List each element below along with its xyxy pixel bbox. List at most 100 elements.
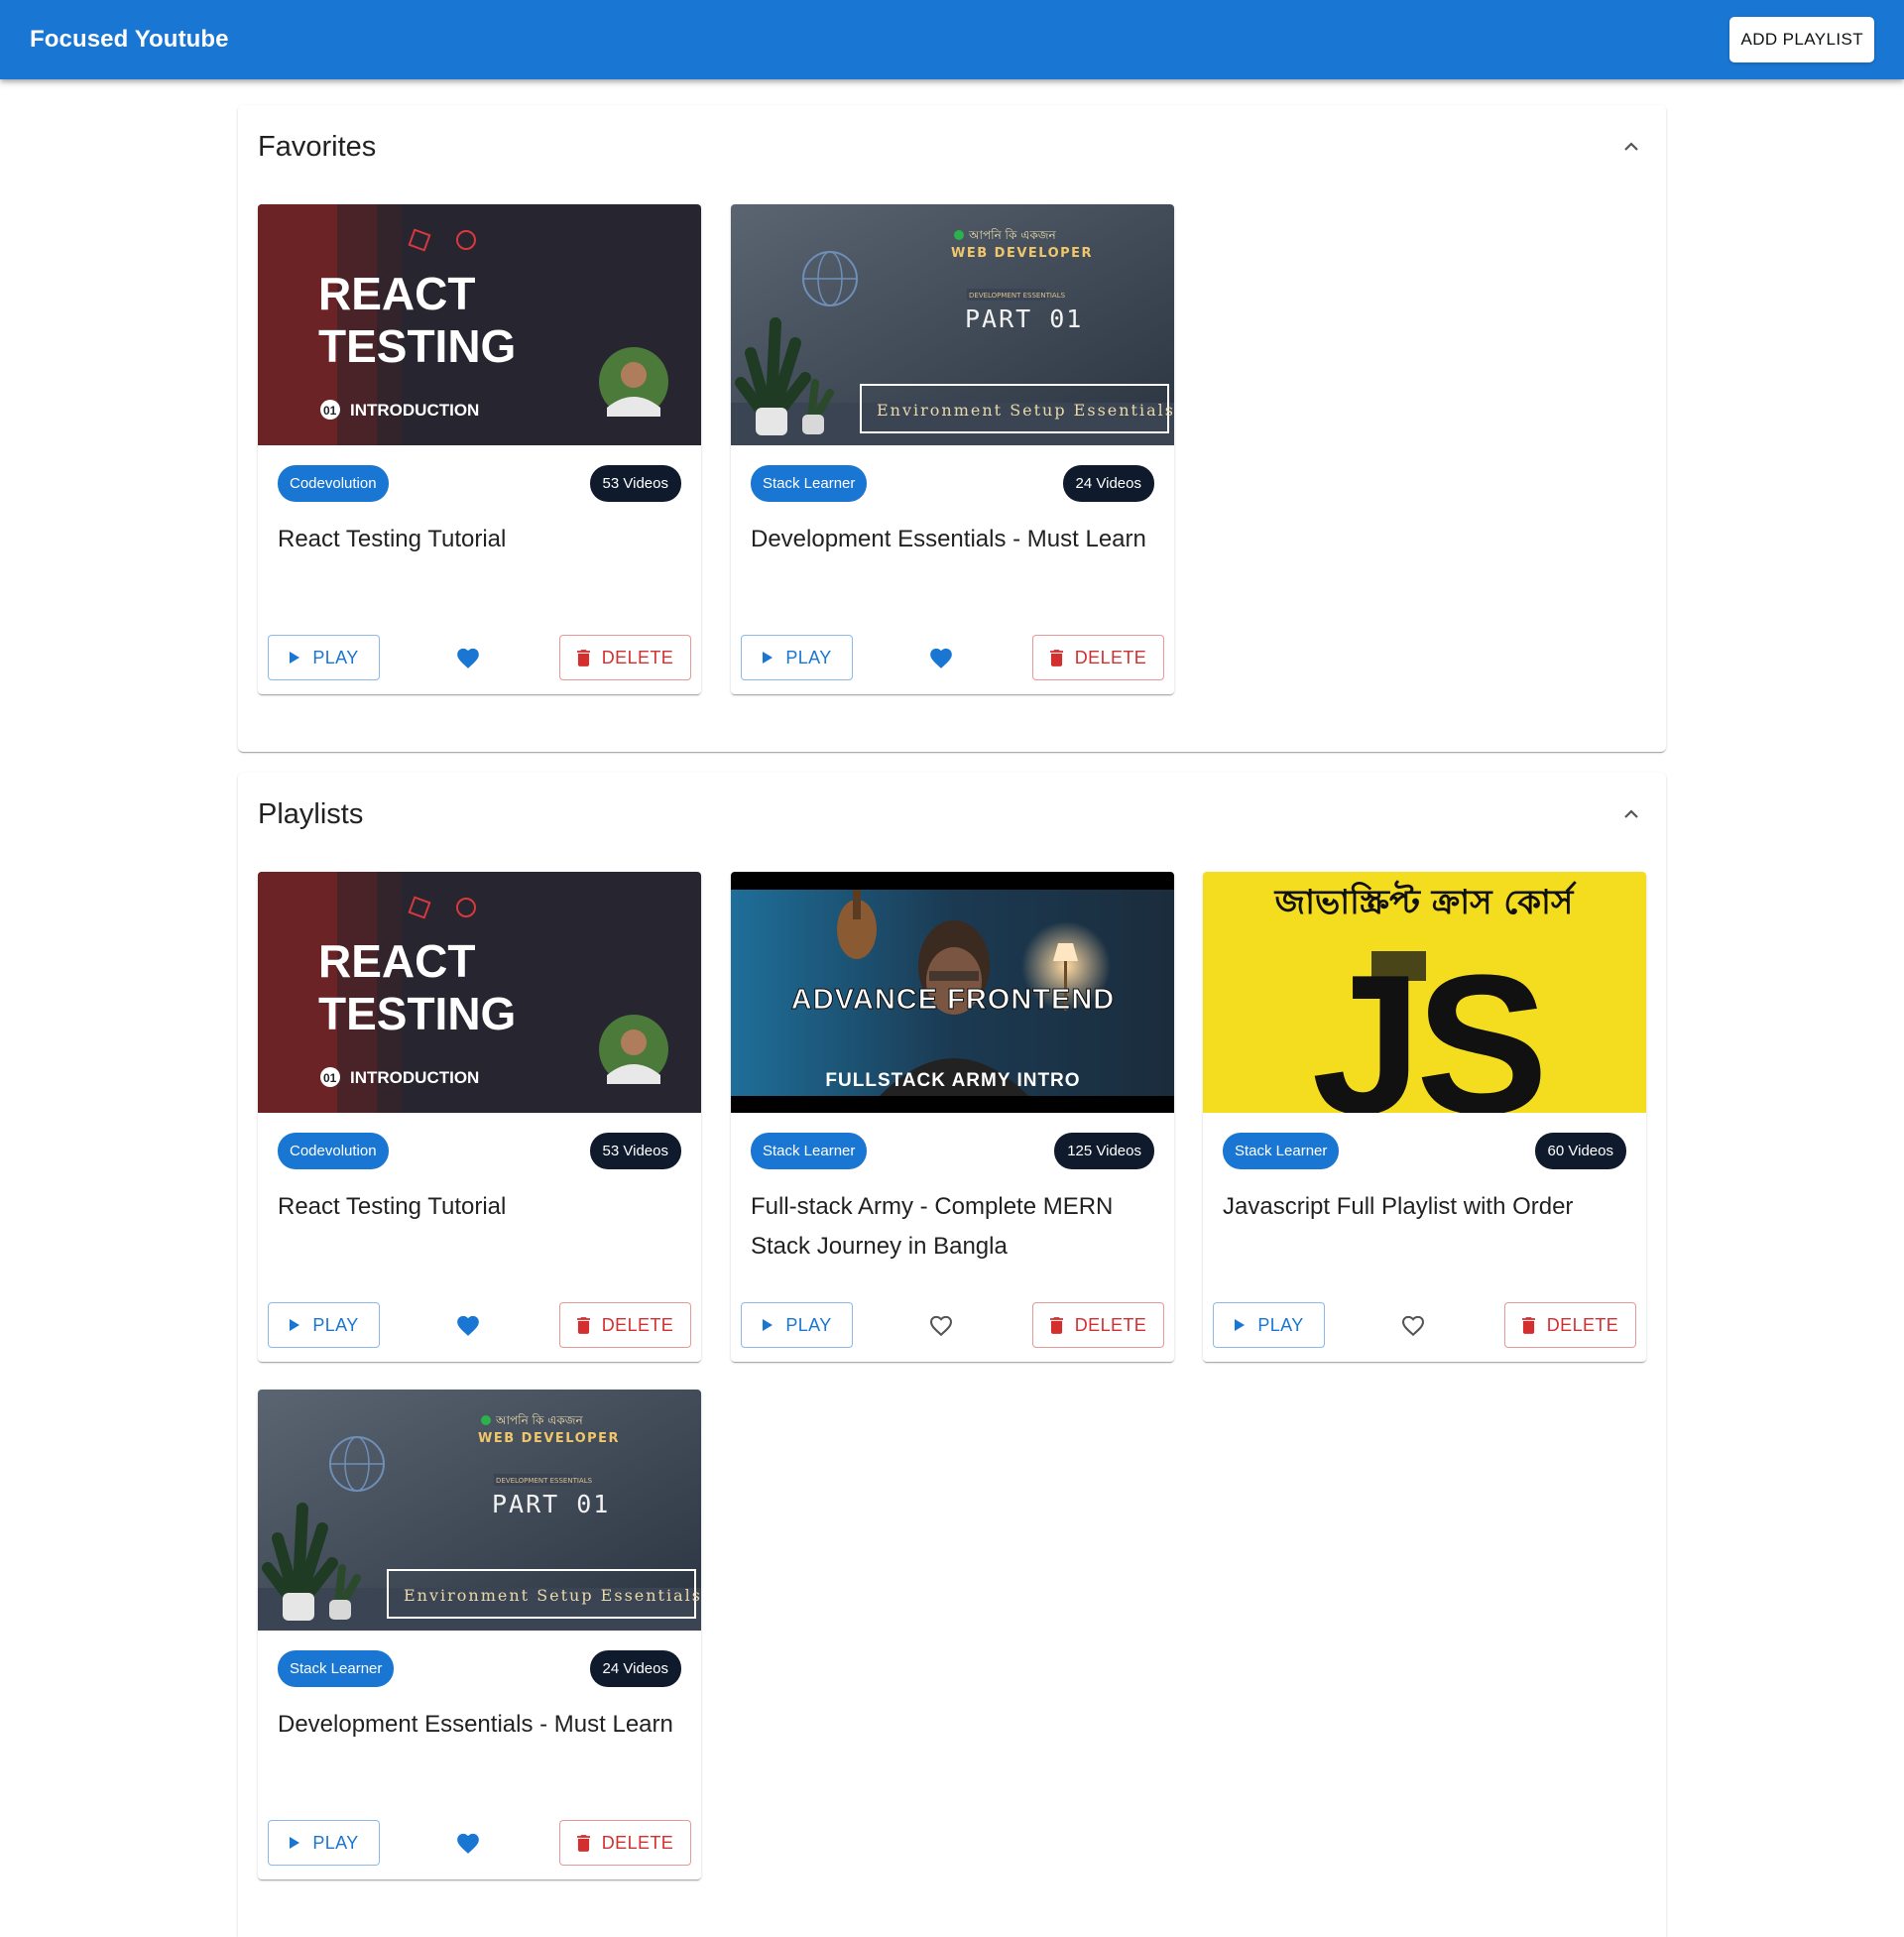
play-icon [763, 1319, 774, 1331]
channel-chip: Stack Learner [751, 465, 868, 502]
trash-icon [576, 1316, 590, 1334]
section-title: Favorites [258, 130, 377, 163]
favorite-toggle[interactable] [925, 1310, 957, 1340]
trash-icon [1049, 1316, 1063, 1334]
delete-button[interactable]: DELETE [559, 1302, 691, 1348]
video-count-chip: 53 Videos [589, 1133, 681, 1169]
playlist-thumbnail[interactable]: আপনি কি একজন WEB DEVELOPER DEVELOPMENT E… [731, 204, 1174, 445]
play-button[interactable]: PLAY [1213, 1302, 1325, 1348]
playlist-title: Development Essentials - Must Learn [751, 526, 1146, 552]
thumb-sub: INTRODUCTION [350, 1068, 479, 1087]
add-playlist-button[interactable]: ADD PLAYLIST [1729, 17, 1874, 62]
playlist-thumbnail[interactable]: জাভাস্ক্রিপ্ট ক্রাস কোর্স JS [1203, 872, 1646, 1113]
play-button[interactable]: PLAY [268, 1302, 380, 1348]
play-label: PLAY [312, 647, 359, 667]
playlist-card: REACT TESTING 01 INTRODUCTION Codevoluti… [258, 872, 701, 1362]
chevron-up-icon[interactable] [1616, 132, 1646, 162]
thumb-role: WEB DEVELOPER [951, 246, 1093, 261]
playlist-card: ADVANCE FRONTEND FULLSTACK ARMY INTRO St… [731, 872, 1174, 1362]
thumb-box: Environment Setup Essentials [404, 1586, 701, 1605]
channel-chip: Codevolution [278, 465, 389, 502]
thumb-line1: REACT [318, 268, 475, 319]
thumb-line2: TESTING [318, 320, 516, 372]
delete-label: DELETE [1546, 1314, 1619, 1335]
delete-button[interactable]: DELETE [559, 635, 691, 680]
favorites-header[interactable]: Favorites [258, 127, 1646, 167]
thumb-sub: FULLSTACK ARMY INTRO [825, 1070, 1080, 1091]
thumb-small: DEVELOPMENT ESSENTIALS [496, 1477, 593, 1485]
playlist-title: Full-stack Army - Complete MERN Stack Jo… [751, 1193, 1114, 1260]
video-count-chip: 24 Videos [589, 1650, 681, 1687]
thumb-box: Environment Setup Essentials [877, 401, 1174, 420]
thumb-role: WEB DEVELOPER [478, 1431, 620, 1446]
playlist-title: React Testing Tutorial [278, 1193, 507, 1220]
delete-button[interactable]: DELETE [1032, 1302, 1164, 1348]
delete-label: DELETE [601, 1832, 674, 1853]
favorite-toggle[interactable] [452, 643, 484, 672]
channel-chip: Codevolution [278, 1133, 389, 1169]
thumb-big: JS [1312, 934, 1543, 1113]
playlist-title: React Testing Tutorial [278, 526, 507, 552]
playlist-card: আপনি কি একজন WEB DEVELOPER DEVELOPMENT E… [258, 1390, 701, 1879]
delete-button[interactable]: DELETE [1504, 1302, 1636, 1348]
app-title: Focused Youtube [30, 26, 229, 53]
video-count-chip: 24 Videos [1062, 465, 1154, 502]
thumb-line1: REACT [318, 935, 475, 987]
playlist-card: জাভাস্ক্রিপ্ট ক্রাস কোর্স JS Stack Learn… [1203, 872, 1646, 1362]
delete-button[interactable]: DELETE [1032, 635, 1164, 680]
thumb-badge: 01 [323, 1071, 337, 1085]
video-count-chip: 60 Videos [1534, 1133, 1626, 1169]
channel-chip: Stack Learner [1223, 1133, 1340, 1169]
play-label: PLAY [785, 1314, 832, 1335]
thumb-top: জাভাস্ক্রিপ্ট ক্রাস কোর্স [1274, 880, 1577, 922]
section-title: Playlists [258, 797, 364, 830]
chevron-up-icon[interactable] [1616, 799, 1646, 829]
playlist-thumbnail[interactable]: ADVANCE FRONTEND FULLSTACK ARMY INTRO [731, 872, 1174, 1113]
favorite-toggle[interactable] [452, 1828, 484, 1858]
heart-filled-icon [457, 1315, 479, 1336]
play-label: PLAY [1257, 1314, 1304, 1335]
app-bar: Focused Youtube ADD PLAYLIST [0, 0, 1904, 79]
delete-button[interactable]: DELETE [559, 1820, 691, 1866]
trash-icon [576, 1834, 590, 1852]
thumb-top: আপনি কি একজন [968, 228, 1056, 242]
delete-label: DELETE [1074, 1314, 1147, 1335]
favorite-toggle[interactable] [452, 1310, 484, 1340]
playlist-card: আপনি কি একজন WEB DEVELOPER DEVELOPMENT E… [731, 204, 1174, 694]
thumb-sub: INTRODUCTION [350, 401, 479, 420]
thumb-top: আপনি কি একজন [495, 1413, 583, 1427]
favorites-section: Favorites REACT TESTING 01 INTRODUCTION [238, 105, 1666, 752]
delete-label: DELETE [601, 1314, 674, 1335]
playlists-header[interactable]: Playlists [258, 794, 1646, 834]
play-label: PLAY [312, 1832, 359, 1853]
thumb-headline: ADVANCE FRONTEND [791, 984, 1115, 1016]
favorite-toggle[interactable] [925, 643, 957, 672]
trash-icon [1049, 649, 1063, 666]
video-count-chip: 125 Videos [1054, 1133, 1154, 1169]
playlist-thumbnail[interactable]: REACT TESTING 01 INTRODUCTION [258, 204, 701, 445]
play-icon [290, 652, 300, 664]
play-icon [290, 1319, 300, 1331]
thumb-badge: 01 [323, 404, 337, 418]
trash-icon [576, 649, 590, 666]
play-button[interactable]: PLAY [741, 1302, 853, 1348]
play-icon [763, 652, 774, 664]
playlist-title: Javascript Full Playlist with Order [1223, 1193, 1574, 1220]
play-icon [1235, 1319, 1246, 1331]
thumb-part: PART 01 [492, 1490, 610, 1518]
delete-label: DELETE [601, 647, 674, 667]
trash-icon [1521, 1316, 1535, 1334]
playlist-thumbnail[interactable]: REACT TESTING 01 INTRODUCTION [258, 872, 701, 1113]
play-button[interactable]: PLAY [268, 635, 380, 680]
favorite-toggle[interactable] [1397, 1310, 1429, 1340]
play-button[interactable]: PLAY [741, 635, 853, 680]
heart-filled-icon [457, 648, 479, 668]
channel-chip: Stack Learner [751, 1133, 868, 1169]
thumb-part: PART 01 [965, 304, 1083, 333]
playlist-thumbnail[interactable]: আপনি কি একজন WEB DEVELOPER DEVELOPMENT E… [258, 1390, 701, 1631]
play-label: PLAY [785, 647, 832, 667]
play-button[interactable]: PLAY [268, 1820, 380, 1866]
playlists-section: Playlists REACT TESTING 01 INTRODUCTION [238, 773, 1666, 1937]
thumb-line2: TESTING [318, 988, 516, 1039]
channel-chip: Stack Learner [278, 1650, 395, 1687]
